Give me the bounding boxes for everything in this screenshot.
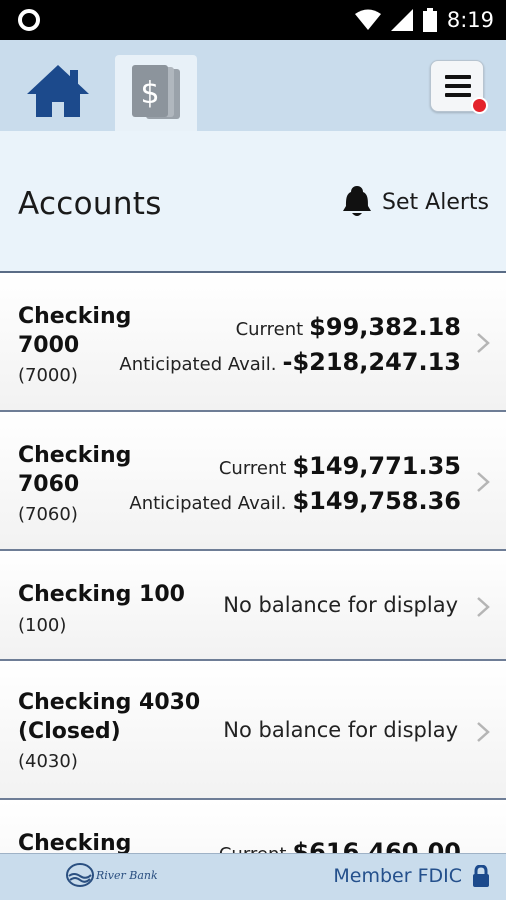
menu-bar [445,75,471,79]
page-title: Accounts [18,186,162,222]
current-amount: $616,460.00 [292,838,461,853]
current-label: Current [218,458,287,479]
home-icon [27,65,89,117]
dollar-bills-icon: $ [132,65,180,119]
account-name: Checking 100 [18,582,185,607]
account-number: (7060) [18,504,78,525]
available-label: Anticipated Avail. [119,354,277,375]
account-name-line1: Checking 4030 [18,690,201,715]
account-number: (4030) [18,751,78,772]
chevron-right-icon [477,597,490,617]
status-time: 8:19 [446,8,494,32]
current-amount: $149,771.35 [292,452,461,480]
bell-icon [343,186,372,216]
no-balance-text: No balance for display [223,718,458,742]
notification-dot [471,97,488,114]
lock-icon [473,865,489,887]
account-name-line2: 7060 [18,472,80,497]
account-name-line2: (Closed) [18,719,121,744]
account-name: Checking 4030 (Closed) [18,688,200,746]
available-label: Anticipated Avail. [129,493,287,514]
home-button[interactable] [24,62,92,120]
battery-icon [422,8,437,32]
available-balance: Anticipated Avail. -$218,247.13 [119,348,461,376]
wifi-icon [354,9,381,30]
account-row[interactable]: Checking 4030 (Closed) (4030) No balance… [0,661,506,800]
current-balance: Current $616,460.00 [219,838,461,853]
account-name-line2: 7000 [18,333,80,358]
footer: River Bank Member FDIC [0,853,506,900]
current-balance: Current $149,771.35 [219,452,461,480]
notification-circle-icon [18,9,40,31]
svg-text:$: $ [140,76,159,111]
menu-bar [445,93,471,97]
available-balance: Anticipated Avail. $149,758.36 [129,487,461,515]
account-row[interactable]: Checking 7000 (7000) Current $99,382.18 … [0,273,506,412]
menu-bar [445,84,471,88]
account-name-line1: Checking [18,304,132,329]
bank-logo-text: River Bank [96,868,158,882]
member-fdic: Member FDIC [333,865,490,887]
accounts-tab[interactable]: $ [115,55,197,131]
current-balance: Current $99,382.18 [236,313,461,341]
account-number: (100) [18,615,67,636]
account-name: Checking 7000 [18,302,131,360]
status-bar: 8:19 [0,0,506,40]
account-row[interactable]: Checking 100 (100) No balance for displa… [0,551,506,661]
bank-logo-icon [66,863,94,887]
current-label: Current [219,844,287,853]
bank-logo: River Bank [66,863,158,887]
account-name-line1: Checking [18,443,132,468]
fdic-label: Member FDIC [333,865,462,887]
page-header: Accounts Set Alerts [0,131,506,273]
account-row[interactable]: Checking 7060 (7060) Current $149,771.35… [0,412,506,551]
available-amount: $149,758.36 [292,487,461,515]
current-amount: $99,382.18 [309,313,461,341]
no-balance-text: No balance for display [223,593,458,617]
account-number: (7000) [18,365,78,386]
status-icons: 8:19 [354,6,494,34]
chevron-right-icon [477,333,490,353]
set-alerts-button[interactable]: Set Alerts [342,185,489,219]
account-name: Checking 7060 [18,441,131,499]
signal-icon [390,9,413,31]
account-list: Checking 7000 (7000) Current $99,382.18 … [0,273,506,853]
top-nav-bar: $ [0,40,506,131]
chevron-right-icon [477,722,490,742]
chevron-right-icon [477,472,490,492]
available-amount: -$218,247.13 [282,348,462,376]
current-label: Current [235,319,304,340]
account-row[interactable]: Checking Current $616,460.00 [0,800,506,853]
account-name: Checking [18,831,132,853]
set-alerts-label: Set Alerts [382,189,489,215]
